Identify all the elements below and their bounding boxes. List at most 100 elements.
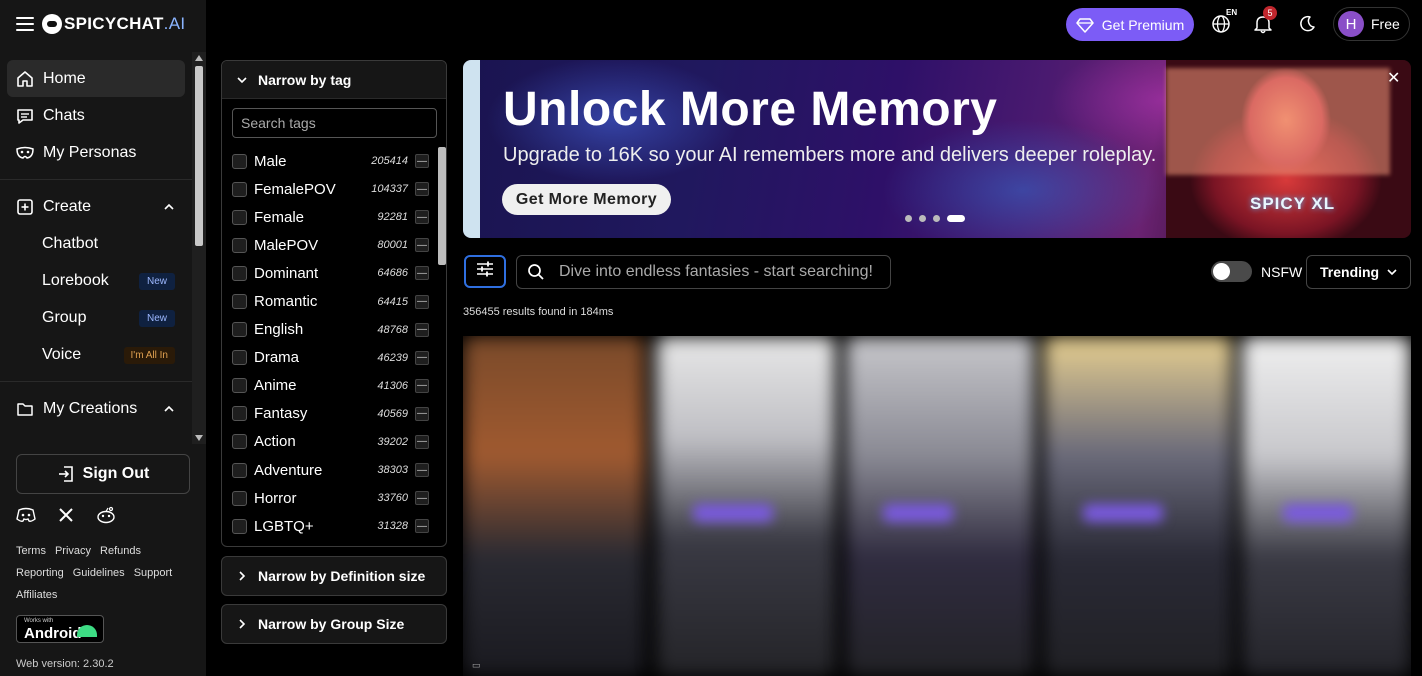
tag-row[interactable]: LGBTQ+ 31328 — <box>222 512 438 540</box>
sidebar-item-my-creations[interactable]: My Creations <box>7 390 185 427</box>
promo-banner[interactable]: SPICY XL Unlock More Memory Upgrade to 1… <box>463 60 1411 238</box>
sidebar-item-personas[interactable]: My Personas <box>7 134 185 171</box>
android-badge-text: Android <box>24 625 82 642</box>
tag-row[interactable]: Dominant 64686 — <box>222 259 438 287</box>
sign-out-button[interactable]: Sign Out <box>16 454 190 494</box>
hamburger-menu-icon[interactable] <box>16 17 34 31</box>
exclude-tag-button[interactable]: — <box>415 491 429 506</box>
sidebar-item-chats[interactable]: Chats <box>7 97 185 134</box>
tag-row[interactable]: Action 39202 — <box>222 428 438 456</box>
character-card[interactable] <box>463 336 645 676</box>
scrollbar-thumb[interactable] <box>195 66 203 246</box>
tag-row[interactable]: Female 92281 — <box>222 203 438 231</box>
discord-icon[interactable] <box>16 505 36 525</box>
exclude-tag-button[interactable]: — <box>415 154 429 169</box>
exclude-tag-button[interactable]: — <box>415 182 429 197</box>
tag-row[interactable]: Drama 46239 — <box>222 344 438 372</box>
brand-logo[interactable]: SPICYCHAT.AI <box>64 14 185 34</box>
app-root: SPICYCHAT.AI Home Chats My Personas Crea… <box>0 0 1422 676</box>
sidebar-item-create[interactable]: Create <box>7 188 185 225</box>
exclude-tag-button[interactable]: — <box>415 519 429 534</box>
moon-theme-icon[interactable] <box>1295 12 1319 36</box>
refunds-link[interactable]: Refunds <box>100 545 141 557</box>
carousel-dot[interactable] <box>905 215 912 222</box>
tag-row[interactable]: Horror 33760 — <box>222 484 438 512</box>
exclude-tag-button[interactable]: — <box>415 266 429 281</box>
user-menu-button[interactable]: H Free <box>1333 7 1410 41</box>
terms-link[interactable]: Terms <box>16 545 46 557</box>
tag-checkbox[interactable] <box>232 322 247 338</box>
get-more-memory-button[interactable]: Get More Memory <box>502 184 671 215</box>
brand-name: SPICYCHAT <box>64 14 164 33</box>
guidelines-link[interactable]: Guidelines <box>73 567 125 579</box>
all-in-badge: I'm All In <box>123 347 175 364</box>
tag-row[interactable]: FemalePOV 104337 — <box>222 175 438 203</box>
sidebar-item-label: Create <box>43 197 92 215</box>
tag-checkbox[interactable] <box>232 490 247 506</box>
close-icon[interactable]: ✕ <box>1387 68 1400 88</box>
tag-row[interactable]: Romantic 64415 — <box>222 287 438 315</box>
carousel-dot[interactable] <box>933 215 940 222</box>
android-app-badge[interactable]: Works with Android <box>16 615 104 643</box>
sidebar-item-chatbot[interactable]: Chatbot <box>7 225 185 262</box>
exclude-tag-button[interactable]: — <box>415 238 429 253</box>
tag-checkbox[interactable] <box>232 237 247 253</box>
search-input[interactable] <box>559 263 879 281</box>
sidebar-item-home[interactable]: Home <box>7 60 185 97</box>
sidebar-scrollbar[interactable] <box>192 52 206 444</box>
carousel-dot[interactable] <box>919 215 926 222</box>
tag-row[interactable]: Anime 41306 — <box>222 372 438 400</box>
exclude-tag-button[interactable]: — <box>415 350 429 365</box>
tag-row[interactable]: English 48768 — <box>222 316 438 344</box>
narrow-by-definition-size-panel[interactable]: Narrow by Definition size <box>221 556 447 596</box>
x-twitter-icon[interactable] <box>56 505 76 525</box>
tag-checkbox[interactable] <box>232 378 247 394</box>
character-search-field[interactable] <box>516 255 891 289</box>
nsfw-toggle[interactable] <box>1211 261 1252 282</box>
exclude-tag-button[interactable]: — <box>415 406 429 421</box>
tag-checkbox[interactable] <box>232 265 247 281</box>
narrow-by-tag-header[interactable]: Narrow by tag <box>222 61 446 99</box>
exclude-tag-button[interactable]: — <box>415 294 429 309</box>
reddit-icon[interactable] <box>96 505 116 525</box>
exclude-tag-button[interactable]: — <box>415 463 429 478</box>
exclude-tag-button[interactable]: — <box>415 210 429 225</box>
tag-checkbox[interactable] <box>232 153 247 169</box>
search-tags-input[interactable] <box>232 108 437 138</box>
carousel-dot-active[interactable] <box>947 215 965 222</box>
exclude-tag-button[interactable]: — <box>415 434 429 449</box>
tag-checkbox[interactable] <box>232 518 247 534</box>
tag-row[interactable]: MalePOV 80001 — <box>222 231 438 259</box>
scroll-up-arrow-icon[interactable] <box>195 55 203 61</box>
get-premium-button[interactable]: Get Premium <box>1066 8 1194 41</box>
nsfw-label: NSFW <box>1261 264 1303 280</box>
tag-checkbox[interactable] <box>232 294 247 310</box>
tag-checkbox[interactable] <box>232 209 247 225</box>
sort-dropdown[interactable]: Trending <box>1306 255 1411 289</box>
sidebar-item-lorebook[interactable]: Lorebook New <box>7 262 185 299</box>
tag-row[interactable]: Male 205414 — <box>222 147 438 175</box>
sidebar-item-label: Home <box>43 69 86 87</box>
tag-checkbox[interactable] <box>232 350 247 366</box>
tag-checkbox[interactable] <box>232 462 247 478</box>
tag-checkbox[interactable] <box>232 181 247 197</box>
tag-name: Female <box>254 208 305 226</box>
exclude-tag-button[interactable]: — <box>415 322 429 337</box>
tag-row[interactable]: Adventure 38303 — <box>222 456 438 484</box>
affiliates-link[interactable]: Affiliates <box>16 589 57 601</box>
sidebar-item-voice[interactable]: Voice I'm All In <box>7 336 185 373</box>
exclude-tag-button[interactable]: — <box>415 378 429 393</box>
narrow-by-group-size-panel[interactable]: Narrow by Group Size <box>221 604 447 644</box>
tag-checkbox[interactable] <box>232 406 247 422</box>
tag-row[interactable]: Fantasy 40569 — <box>222 400 438 428</box>
sidebar-item-group[interactable]: Group New <box>7 299 185 336</box>
tag-list-scrollbar[interactable] <box>438 147 446 265</box>
tag-checkbox[interactable] <box>232 434 247 450</box>
android-badge-small-text: Works with <box>24 618 54 624</box>
support-link[interactable]: Support <box>134 567 173 579</box>
sign-out-label: Sign Out <box>82 465 150 482</box>
filter-toggle-button[interactable] <box>464 255 506 288</box>
reporting-link[interactable]: Reporting <box>16 567 64 579</box>
privacy-link[interactable]: Privacy <box>55 545 91 557</box>
scroll-down-arrow-icon[interactable] <box>195 435 203 441</box>
